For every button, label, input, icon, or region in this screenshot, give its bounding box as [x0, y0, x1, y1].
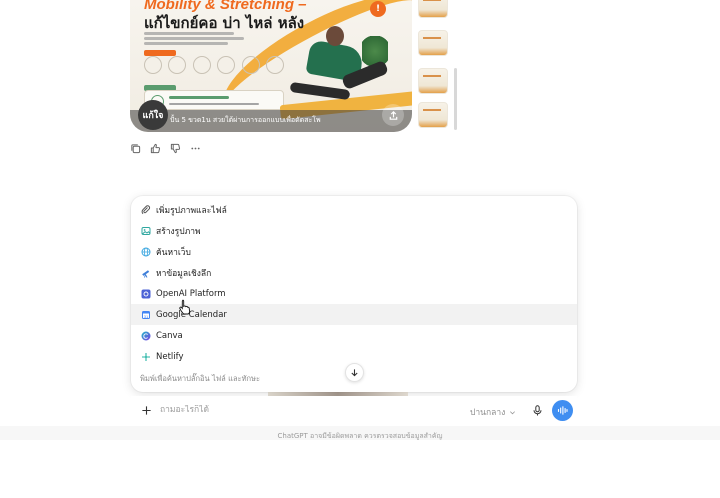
- image-text-line: [144, 42, 228, 45]
- warning-badge-icon: !: [370, 1, 386, 17]
- image-thumbnail[interactable]: [418, 102, 448, 128]
- image-thumbnail[interactable]: [418, 68, 448, 94]
- menu-item-google-calendar[interactable]: 31 Google Calendar: [131, 304, 577, 325]
- svg-text:31: 31: [144, 314, 149, 319]
- image-text-line: [144, 32, 234, 35]
- thumbs-up-icon[interactable]: [150, 143, 161, 154]
- model-label: ปานกลาง: [470, 408, 506, 418]
- microphone-icon: [533, 404, 541, 415]
- prompt-input[interactable]: [160, 405, 420, 415]
- model-selector[interactable]: ปานกลาง: [470, 405, 516, 419]
- voice-mode-button[interactable]: [552, 400, 573, 421]
- image-thumbnail[interactable]: [418, 30, 448, 56]
- scroll-down-button[interactable]: [345, 363, 364, 382]
- menu-item-create-image[interactable]: สร้างรูปภาพ: [131, 220, 577, 241]
- menu-item-label: เพิ่มรูปภาพและไฟล์: [156, 205, 227, 216]
- menu-item-canva[interactable]: Canva: [131, 325, 577, 346]
- add-button[interactable]: [139, 403, 154, 418]
- globe-icon: [141, 247, 151, 257]
- canva-icon: [141, 331, 151, 341]
- disclaimer: ChatGPT อาจมีข้อผิดพลาด ควรตรวจสอบข้อมูล…: [277, 432, 443, 440]
- image-caption: ปั้น 5 ขวด1น สวยใต้ผ่านการออกแบบเพื่อดัด…: [170, 116, 321, 124]
- message-actions: [130, 143, 201, 154]
- menu-item-deep-research[interactable]: หาข้อมูลเชิงลึก: [131, 262, 577, 283]
- image-icon-row: [144, 56, 284, 84]
- menu-item-openai-platform[interactable]: OpenAI Platform: [131, 283, 577, 304]
- telescope-icon: [141, 268, 151, 278]
- copy-icon[interactable]: [130, 143, 141, 154]
- image-text-line: [144, 37, 244, 40]
- plus-icon: [142, 406, 151, 415]
- menu-item-web-search[interactable]: ค้นหาเว็บ: [131, 241, 577, 262]
- microphone-button[interactable]: [531, 403, 543, 417]
- menu-item-label: Google Calendar: [156, 309, 227, 320]
- image-icon: [141, 226, 151, 236]
- image-thumbnail[interactable]: [418, 0, 448, 18]
- waveform-icon: [557, 406, 568, 415]
- menu-item-label: Canva: [156, 330, 183, 341]
- menu-item-label: ค้นหาเว็บ: [156, 247, 191, 258]
- share-icon[interactable]: [382, 104, 404, 126]
- more-icon[interactable]: [190, 143, 201, 154]
- paperclip-icon: [141, 204, 151, 215]
- menu-item-label: หาข้อมูลเชิงลึก: [156, 268, 212, 279]
- thumbnail-scrollbar[interactable]: [454, 68, 457, 130]
- openai-platform-icon: [141, 289, 151, 299]
- image-brand-logo: แก้ใจ: [138, 100, 168, 130]
- menu-item-label: OpenAI Platform: [156, 288, 226, 299]
- thumbs-down-icon[interactable]: [170, 143, 181, 154]
- chevron-down-icon: [510, 410, 516, 414]
- person-illustration: [326, 26, 344, 46]
- netlify-icon: [141, 352, 151, 362]
- calendar-icon: 31: [141, 310, 151, 320]
- menu-item-add-files[interactable]: เพิ่มรูปภาพและไฟล์: [131, 199, 577, 220]
- generated-image[interactable]: Mobility & Stretching – แก้ไขกย์คอ บ่า ไ…: [130, 0, 412, 132]
- menu-item-label: Netlify: [156, 351, 184, 362]
- arrow-down-icon: [351, 369, 358, 377]
- composer: ปานกลาง: [131, 396, 577, 426]
- menu-search-hint: พิมพ์เพื่อค้นหาปลั๊กอิน ไฟล์ และทักษะ: [140, 374, 261, 383]
- hand-cursor-icon: [179, 299, 191, 315]
- image-thumbnail-strip: [414, 0, 450, 132]
- menu-item-label: สร้างรูปภาพ: [156, 226, 201, 237]
